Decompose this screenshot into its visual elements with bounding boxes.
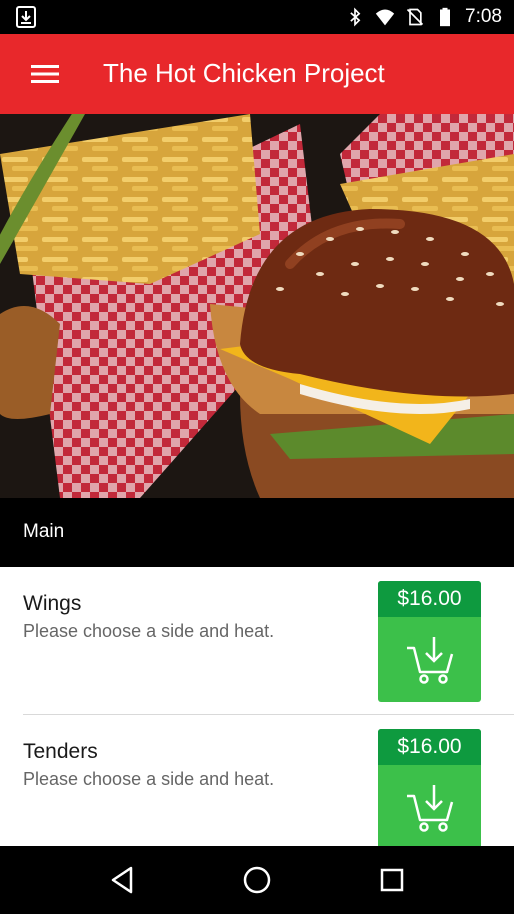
cart-area	[378, 765, 481, 846]
add-to-cart-icon	[406, 784, 453, 832]
download-notification-icon	[16, 6, 36, 28]
hero-image	[0, 114, 514, 498]
add-to-cart-button[interactable]: $16.00	[378, 729, 481, 846]
navigation-bar	[0, 846, 514, 914]
cart-area	[378, 617, 481, 702]
back-icon	[112, 866, 133, 894]
status-time: 7:08	[465, 6, 502, 27]
menu-item-wings[interactable]: Wings Please choose a side and heat. $16…	[0, 567, 514, 715]
no-sim-icon	[406, 8, 424, 26]
price-label: $16.00	[378, 729, 481, 765]
price-label: $16.00	[378, 581, 481, 617]
app-bar: The Hot Chicken Project	[0, 34, 514, 114]
wifi-icon	[375, 9, 395, 26]
hamburger-menu-icon	[31, 65, 59, 83]
menu-item-tenders[interactable]: Tenders Please choose a side and heat. $…	[0, 715, 514, 846]
add-to-cart-button[interactable]: $16.00	[378, 581, 481, 702]
section-header: Main	[0, 498, 514, 567]
battery-icon	[440, 7, 451, 27]
back-button[interactable]	[102, 860, 142, 900]
add-to-cart-icon	[406, 636, 453, 684]
app-title: The Hot Chicken Project	[103, 58, 385, 88]
item-description: Please choose a side and heat.	[23, 769, 275, 789]
home-button[interactable]	[237, 860, 277, 900]
menu-list[interactable]: Wings Please choose a side and heat. $16…	[0, 567, 514, 846]
item-name: Wings	[23, 592, 82, 615]
status-icons: 7:08	[345, 0, 502, 34]
section-title: Main	[23, 521, 65, 542]
status-bar: 7:08	[0, 0, 514, 34]
recents-icon	[380, 868, 403, 892]
item-name: Tenders	[23, 740, 98, 763]
recents-button[interactable]	[372, 860, 412, 900]
menu-button[interactable]	[22, 54, 68, 94]
bluetooth-icon	[350, 7, 361, 27]
item-description: Please choose a side and heat.	[23, 621, 275, 641]
home-icon	[243, 866, 271, 894]
